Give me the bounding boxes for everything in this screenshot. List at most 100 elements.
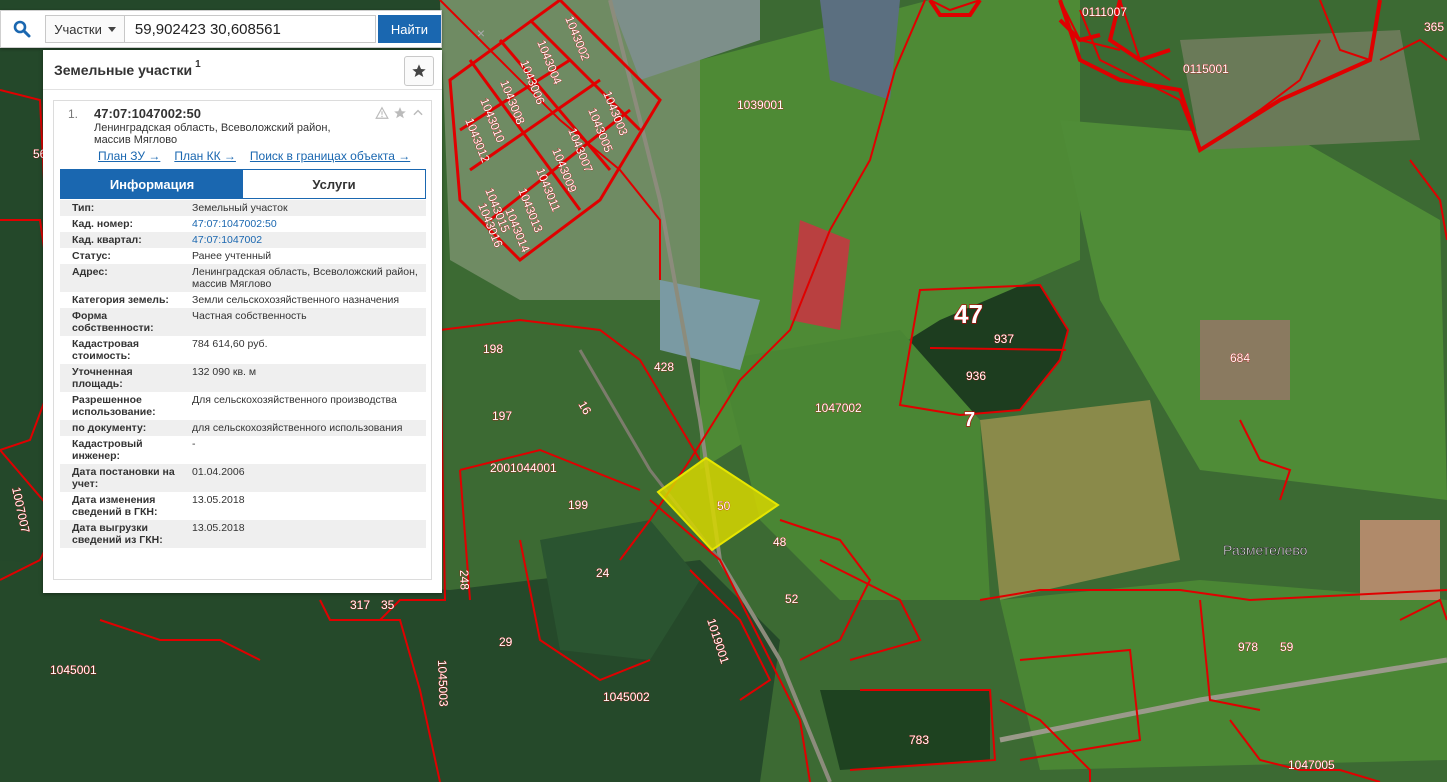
label-plot-783: 783 bbox=[909, 733, 929, 747]
label-town-razmetelevo: Разметелево bbox=[1223, 542, 1308, 558]
info-row-cadastral-value: Кадастровая стоимость: 784 614,60 руб. bbox=[60, 336, 426, 364]
info-key: Разрешенное использование: bbox=[72, 394, 156, 418]
result-cadastral-number: 47:07:1047002:50 bbox=[94, 106, 201, 121]
card-links: План ЗУ → План КК → Поиск в границах объ… bbox=[98, 149, 410, 163]
label-plot-35: 35 bbox=[381, 598, 395, 612]
label-plot-248: 248 bbox=[457, 570, 472, 591]
info-row-registration-date: Дата постановки на учет: 01.04.2006 bbox=[60, 464, 426, 492]
label-plot-365: 365 bbox=[1424, 20, 1444, 34]
label-quarter-1045001: 1045001 bbox=[50, 663, 97, 677]
warning-icon[interactable] bbox=[375, 106, 389, 120]
result-address: Ленинградская область, Всеволожский райо… bbox=[94, 122, 331, 146]
object-type-dropdown[interactable]: Участки bbox=[45, 15, 125, 43]
info-key: Статус: bbox=[72, 250, 111, 262]
chevron-down-icon bbox=[107, 26, 116, 32]
field-southeast bbox=[1000, 580, 1447, 770]
search-bar: Участки × Найти bbox=[0, 10, 485, 48]
info-row-address: Адрес: Ленинградская область, Всеволожски… bbox=[60, 264, 426, 292]
link-plan-zu[interactable]: План ЗУ → bbox=[98, 149, 160, 163]
info-row-cad-quarter: Кад. квартал: 47:07:1047002 bbox=[60, 232, 426, 248]
label-plot-978: 978 bbox=[1238, 640, 1258, 654]
label-plot-317: 317 bbox=[350, 598, 370, 612]
info-value-link[interactable]: 47:07:1047002 bbox=[192, 234, 426, 246]
label-plot-937: 937 bbox=[994, 332, 1014, 346]
info-row-land-category: Категория земель: Земли сельскохозяйствен… bbox=[60, 292, 426, 308]
info-value: Ранее учтенный bbox=[192, 250, 272, 262]
info-key: Дата выгрузки сведений из ГКН: bbox=[72, 522, 163, 546]
clear-icon[interactable]: × bbox=[477, 25, 485, 41]
info-value-link[interactable]: 47:07:1047002:50 bbox=[192, 218, 426, 230]
info-value: 132 090 кв. м bbox=[192, 366, 257, 378]
label-plot-48: 48 bbox=[773, 535, 787, 549]
info-row-ownership: Форма собственности: Частная собственност… bbox=[60, 308, 426, 336]
tab-services[interactable]: Услуги bbox=[243, 170, 425, 198]
info-row-export-date: Дата выгрузки сведений из ГКН: 13.05.2018 bbox=[60, 520, 426, 548]
panel-header: Земельные участки 1 bbox=[43, 50, 442, 90]
find-button[interactable]: Найти bbox=[377, 15, 441, 43]
label-quarter-0115001: 0115001 bbox=[1183, 62, 1229, 76]
label-district-7: 7 bbox=[964, 409, 975, 431]
label-plot-428: 428 bbox=[654, 360, 674, 374]
info-key: Категория земель: bbox=[72, 294, 169, 306]
label-plot-52: 52 bbox=[785, 592, 799, 606]
info-value: Ленинградская область, Всеволожский райо… bbox=[192, 266, 418, 290]
info-row-permitted-use: Разрешенное использование: Для сельскохоз… bbox=[60, 392, 426, 420]
label-quarter-1044001: 1044001 bbox=[510, 461, 557, 475]
label-plot-59: 59 bbox=[1280, 640, 1294, 654]
tab-information[interactable]: Информация bbox=[61, 170, 243, 198]
label-region-47: 47 bbox=[954, 299, 983, 329]
label-plot-199: 199 bbox=[568, 498, 588, 512]
industrial-roofs bbox=[790, 220, 850, 330]
info-value: 13.05.2018 bbox=[192, 494, 245, 506]
info-key: Дата изменения сведений в ГКН: bbox=[72, 494, 158, 518]
info-value: Земли сельскохозяйственного назначения bbox=[192, 294, 400, 306]
label-quarter-0111007: 0111007 bbox=[1082, 5, 1127, 19]
label-plot-24: 24 bbox=[596, 566, 610, 580]
result-number: 1. bbox=[68, 107, 79, 121]
info-value: для сельскохозяйственного использования bbox=[192, 422, 403, 434]
info-value: Для сельскохозяйственного производства bbox=[192, 394, 397, 406]
info-value: 784 614,60 руб. bbox=[192, 338, 268, 350]
info-value: Земельный участок bbox=[192, 202, 288, 214]
label-plot-29: 29 bbox=[499, 635, 513, 649]
label-quarter-1039001: 1039001 bbox=[737, 98, 784, 112]
info-value: Частная собственность bbox=[192, 310, 307, 322]
label-quarter-1045002: 1045002 bbox=[603, 690, 650, 704]
info-key: Кад. номер: bbox=[72, 218, 134, 230]
label-quarter-1047005: 1047005 bbox=[1288, 758, 1335, 772]
info-key: по документу: bbox=[72, 422, 147, 434]
search-input[interactable] bbox=[124, 15, 376, 43]
info-table: Тип: Земельный участок Кад. номер: 47:07:1… bbox=[60, 200, 426, 548]
link-plan-kk[interactable]: План КК → bbox=[174, 149, 236, 163]
info-row-cad-number: Кад. номер: 47:07:1047002:50 bbox=[60, 216, 426, 232]
info-key: Адрес: bbox=[72, 266, 108, 278]
label-quarter-1047002: 1047002 bbox=[815, 401, 862, 415]
quarry bbox=[1360, 520, 1440, 600]
object-type-value: Участки bbox=[54, 21, 102, 37]
info-value: 13.05.2018 bbox=[192, 522, 245, 534]
info-row-type: Тип: Земельный участок bbox=[60, 200, 426, 216]
label-plot-198: 198 bbox=[483, 342, 503, 356]
info-key: Уточненная площадь: bbox=[72, 366, 133, 390]
info-key: Кад. квартал: bbox=[72, 234, 142, 246]
panel-title: Земельные участки bbox=[54, 61, 193, 78]
info-key: Кадастровый инженер: bbox=[72, 438, 143, 462]
info-key: Дата постановки на учет: bbox=[72, 466, 175, 490]
label-plot-684: 684 bbox=[1230, 351, 1250, 365]
link-search-in-bounds[interactable]: Поиск в границах объекта → bbox=[250, 149, 410, 163]
search-icon[interactable] bbox=[1, 11, 42, 47]
info-row-status: Статус: Ранее учтенный bbox=[60, 248, 426, 264]
info-value: 01.04.2006 bbox=[192, 466, 245, 478]
label-plot-200: 200 bbox=[490, 461, 510, 475]
forest-plot-783 bbox=[820, 690, 990, 770]
info-key: Форма собственности: bbox=[72, 310, 154, 334]
star-icon[interactable] bbox=[393, 106, 407, 120]
result-card[interactable]: 1. 47:07:1047002:50 Ленинградская област… bbox=[53, 100, 432, 580]
star-icon bbox=[412, 64, 426, 77]
info-row-change-date: Дата изменения сведений в ГКН: 13.05.2018 bbox=[60, 492, 426, 520]
info-value: - bbox=[192, 438, 196, 450]
label-plot-936: 936 bbox=[966, 369, 986, 383]
favorites-button[interactable] bbox=[404, 56, 434, 86]
chevron-up-icon[interactable] bbox=[411, 106, 425, 120]
label-plot-50: 50 bbox=[717, 499, 731, 513]
